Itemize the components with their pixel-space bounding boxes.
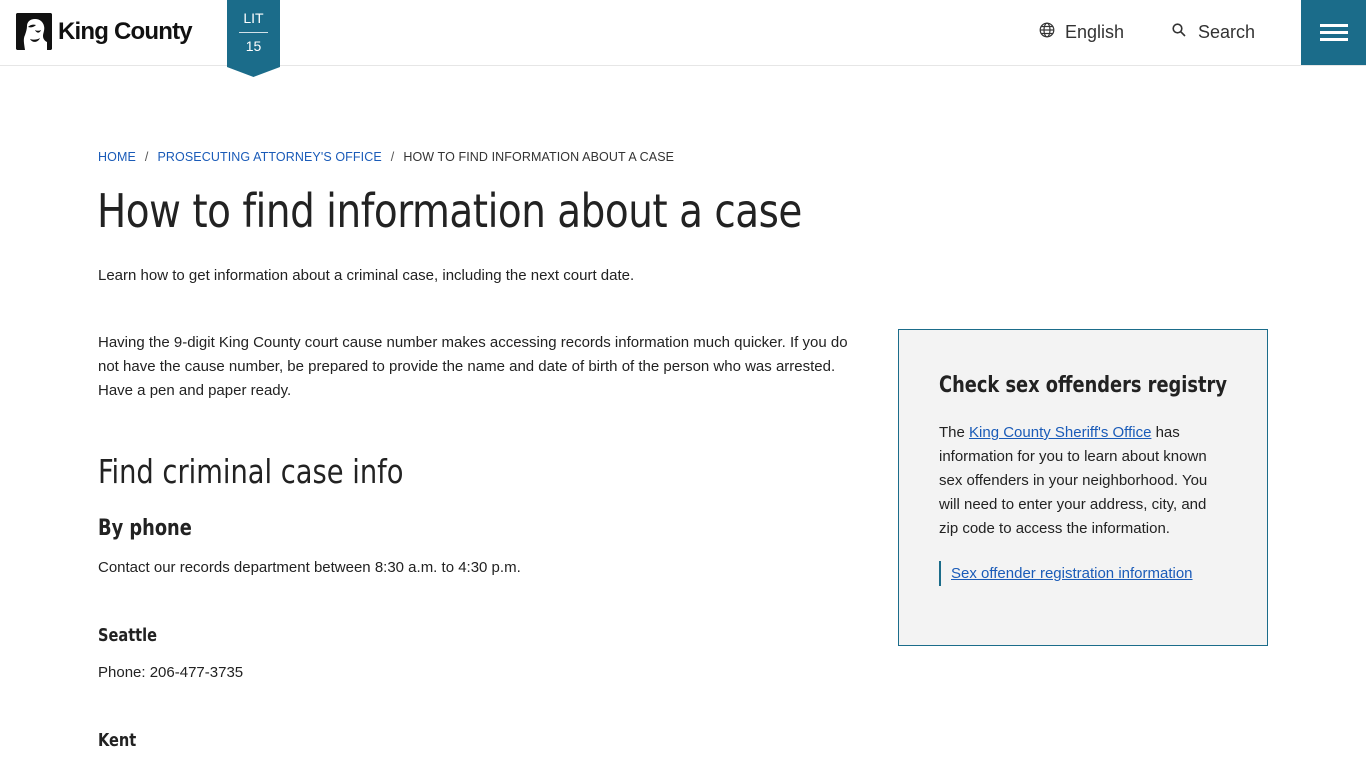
- globe-icon: [1039, 22, 1055, 43]
- menu-button[interactable]: [1301, 0, 1366, 65]
- search-icon: [1172, 23, 1186, 42]
- breadcrumb-current: HOW TO FIND INFORMATION ABOUT A CASE: [403, 150, 675, 164]
- sex-offender-registry-card: Check sex offenders registry The King Co…: [898, 329, 1268, 646]
- lit-badge[interactable]: LIT 15: [227, 0, 280, 77]
- subheading-by-phone: By phone: [98, 516, 192, 541]
- page-title: How to find information about a case: [97, 184, 802, 238]
- lit-badge-top: LIT: [243, 10, 264, 26]
- logo-text: King County: [58, 17, 193, 45]
- breadcrumb-separator: /: [390, 150, 395, 164]
- cause-number-paragraph: Having the 9-digit King County court cau…: [98, 334, 848, 399]
- breadcrumb-prosecuting-attorney[interactable]: PROSECUTING ATTORNEY'S OFFICE: [157, 150, 381, 164]
- page-intro: Learn how to get information about a cri…: [98, 267, 635, 284]
- breadcrumb: HOME / PROSECUTING ATTORNEY'S OFFICE / H…: [98, 150, 674, 164]
- lit-badge-bottom: 15: [245, 38, 262, 54]
- sidebar-text: The King County Sheriff's Office has inf…: [939, 421, 1229, 541]
- king-county-logo-icon: [16, 13, 52, 50]
- breadcrumb-separator: /: [144, 150, 149, 164]
- sex-offender-registration-link[interactable]: Sex offender registration information: [951, 565, 1193, 582]
- sidebar-title: Check sex offenders registry: [939, 373, 1227, 398]
- location-heading-kent: Kent: [98, 730, 137, 751]
- sheriffs-office-link[interactable]: King County Sheriff's Office: [969, 424, 1151, 441]
- breadcrumb-home[interactable]: HOME: [98, 150, 136, 164]
- location-heading-seattle: Seattle: [98, 625, 158, 646]
- search-label: Search: [1198, 22, 1256, 42]
- search-button[interactable]: Search: [1172, 22, 1255, 43]
- sidebar-cta: Sex offender registration information: [939, 561, 1193, 586]
- sidebar-text-before: The: [939, 424, 970, 441]
- king-county-logo[interactable]: King County: [16, 13, 193, 50]
- lit-badge-divider: [239, 32, 268, 33]
- section-heading-find-criminal-case-info: Find criminal case info: [98, 452, 404, 491]
- language-label: English: [1065, 22, 1125, 42]
- language-selector[interactable]: English: [1039, 22, 1124, 43]
- seattle-phone: Phone: 206-477-3735: [98, 664, 244, 681]
- site-header: King County LIT 15 English Search: [0, 0, 1366, 77]
- records-contact-text: Contact our records department between 8…: [98, 559, 521, 576]
